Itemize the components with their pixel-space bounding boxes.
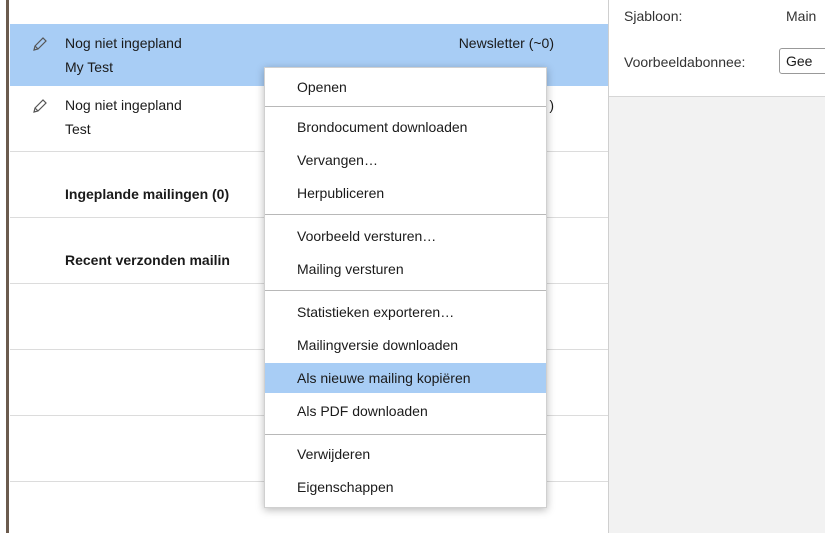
mailing-name: My Test	[65, 59, 113, 75]
menu-item-download-version[interactable]: Mailingversie downloaden	[265, 330, 546, 360]
left-edge-bar	[6, 0, 9, 533]
menu-item-download-source[interactable]: Brondocument downloaden	[265, 112, 546, 142]
example-subscriber-label: Voorbeeldabonnee:	[624, 54, 746, 70]
menu-item-delete[interactable]: Verwijderen	[265, 439, 546, 469]
context-menu: Openen Brondocument downloaden Vervangen…	[264, 67, 547, 508]
mailing-type: Newsletter (~0)	[458, 35, 554, 51]
menu-item-properties[interactable]: Eigenschappen	[265, 472, 546, 502]
template-label: Sjabloon:	[624, 8, 683, 24]
example-subscriber-select[interactable]: Gee	[779, 48, 825, 74]
menu-item-download-pdf[interactable]: Als PDF downloaden	[265, 396, 546, 426]
menu-item-replace[interactable]: Vervangen…	[265, 145, 546, 175]
menu-separator	[265, 434, 546, 435]
section-scheduled-label: Ingeplande mailingen (0)	[65, 186, 230, 202]
menu-separator	[265, 214, 546, 215]
mailing-type: )	[549, 97, 554, 113]
menu-item-send-mailing[interactable]: Mailing versturen	[265, 254, 546, 284]
window-left-edge	[0, 0, 10, 533]
menu-item-open[interactable]: Openen	[265, 72, 546, 102]
section-recent-label: Recent verzonden mailin	[65, 252, 230, 268]
menu-item-send-preview[interactable]: Voorbeeld versturen…	[265, 221, 546, 251]
menu-separator	[265, 290, 546, 291]
pencil-icon	[33, 99, 47, 113]
mailing-name: Test	[65, 121, 91, 137]
mailing-status: Nog niet ingepland	[65, 35, 182, 51]
mailing-status: Nog niet ingepland	[65, 97, 182, 113]
template-value: Main	[786, 8, 817, 24]
preview-pane: Sjabloon: Main Voorbeeldabonnee: Gee	[609, 0, 825, 533]
preview-settings: Sjabloon: Main Voorbeeldabonnee: Gee	[609, 0, 825, 97]
menu-item-copy-as-new[interactable]: Als nieuwe mailing kopiëren	[265, 363, 546, 393]
menu-item-export-stats[interactable]: Statistieken exporteren…	[265, 297, 546, 327]
menu-separator	[265, 106, 546, 107]
menu-item-republish[interactable]: Herpubliceren	[265, 178, 546, 208]
pencil-icon	[33, 37, 47, 51]
